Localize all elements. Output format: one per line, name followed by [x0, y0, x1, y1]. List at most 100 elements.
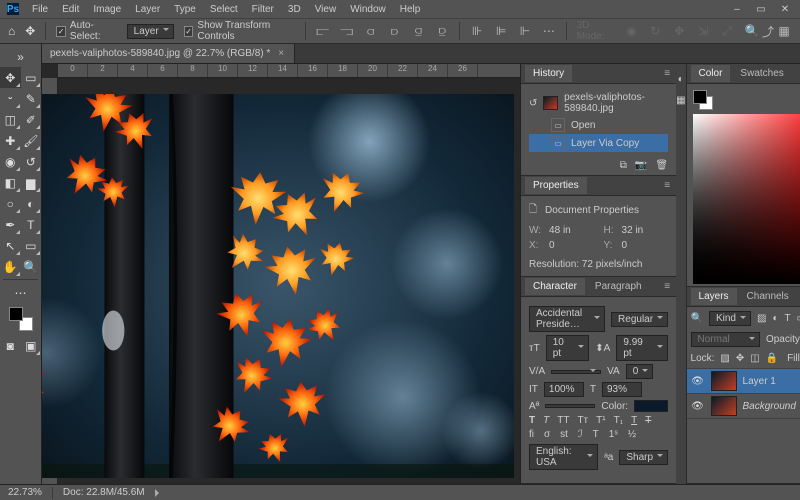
align-left-icon[interactable]: ⫍	[316, 23, 330, 39]
healing-tool[interactable]: ✚	[0, 130, 21, 151]
delete-state-icon[interactable]: 🗑	[655, 160, 668, 171]
lock-position-icon[interactable]: ✥	[736, 353, 744, 364]
underline-icon[interactable]: T	[631, 415, 637, 426]
hand-tool[interactable]: ✋	[0, 256, 21, 277]
leading-input[interactable]: 9.99 pt	[616, 335, 668, 361]
type-tool[interactable]: T	[21, 214, 42, 235]
lock-artboard-icon[interactable]: ◫	[750, 353, 759, 364]
horizontal-ruler[interactable]: 0 2 4 6 8 10 12 14 16 18 20 22 24 26	[58, 64, 520, 78]
menu-help[interactable]: Help	[394, 2, 427, 17]
tab-color[interactable]: Color	[691, 65, 731, 82]
align-vcenter-icon[interactable]: ⫑	[411, 23, 425, 39]
history-brush-tool[interactable]: ↺	[21, 151, 42, 172]
align-right-icon[interactable]: ⫏	[364, 23, 378, 39]
distribute-3-icon[interactable]: ⊩	[518, 23, 532, 39]
font-style-dropdown[interactable]: Regular	[611, 312, 668, 327]
properties-menu-icon[interactable]: ≡	[658, 178, 676, 193]
document-canvas[interactable]	[42, 94, 514, 478]
history-source-row[interactable]: ↺ pexels-valiphotos-589840.jpg	[529, 90, 668, 116]
document-tab[interactable]: pexels-valiphotos-589840.jpg @ 22.7% (RG…	[42, 44, 295, 63]
zoom-tool[interactable]: 🔍	[21, 256, 42, 277]
visibility-icon[interactable]: 👁	[691, 401, 705, 412]
history-menu-icon[interactable]: ≡	[658, 66, 676, 81]
faux-bold-icon[interactable]: T	[529, 415, 535, 426]
path-select-tool[interactable]: ↖	[0, 235, 21, 256]
screen-mode-icon[interactable]: ▣	[21, 335, 42, 356]
align-bottom-icon[interactable]: ⫒	[435, 23, 449, 39]
menu-window[interactable]: Window	[344, 2, 392, 17]
layer-row[interactable]: 👁 Background 🔒	[687, 394, 800, 419]
new-doc-from-state-icon[interactable]: ⧉	[620, 160, 627, 171]
baseline-input[interactable]	[545, 404, 595, 408]
fg-color-swatch[interactable]	[9, 307, 23, 321]
eyedropper-tool[interactable]: ✐	[21, 109, 42, 130]
auto-select-checkbox[interactable]: ✓Auto-Select:	[56, 20, 116, 42]
filter-kind-dropdown[interactable]: Kind	[709, 311, 751, 326]
language-dropdown[interactable]: English: USA	[529, 444, 598, 470]
styles-icon[interactable]: ▦	[676, 95, 685, 106]
character-menu-icon[interactable]: ≡	[658, 279, 676, 294]
filter-shape-icon[interactable]: ▭	[797, 313, 800, 324]
history-step[interactable]: ▭ Open	[529, 116, 668, 134]
stamp-tool[interactable]: ◉	[0, 151, 21, 172]
color-field[interactable]	[693, 114, 800, 284]
hscale-input[interactable]: 93%	[602, 382, 642, 397]
align-top-icon[interactable]: ⫐	[388, 23, 402, 39]
gradient-tool[interactable]: ▆	[21, 172, 42, 193]
tab-history[interactable]: History	[525, 65, 572, 82]
pen-tool[interactable]: ✒	[0, 214, 21, 235]
search-icon[interactable]: 🔍	[744, 23, 760, 39]
filter-adjust-icon[interactable]: ◐	[772, 313, 778, 324]
kerning-input[interactable]	[551, 370, 601, 374]
tab-swatches[interactable]: Swatches	[732, 65, 791, 82]
tracking-input[interactable]: 0	[626, 364, 654, 379]
font-size-input[interactable]: 10 pt	[546, 335, 590, 361]
tab-paragraph[interactable]: Paragraph	[587, 278, 650, 295]
align-hcenter-icon[interactable]: ⫎	[340, 23, 354, 39]
distribute-2-icon[interactable]: ⊫	[494, 23, 508, 39]
menu-file[interactable]: File	[26, 2, 54, 17]
menu-select[interactable]: Select	[204, 2, 244, 17]
color-fgbg-swatch[interactable]	[693, 90, 713, 110]
blur-tool[interactable]: ○	[0, 193, 21, 214]
visibility-icon[interactable]: 👁	[691, 376, 705, 387]
layer-row[interactable]: 👁 Layer 1	[687, 369, 800, 394]
color-picker[interactable]	[693, 114, 800, 284]
menu-view[interactable]: View	[309, 2, 343, 17]
strikethrough-icon[interactable]: T	[645, 415, 651, 426]
tab-layers[interactable]: Layers	[691, 288, 737, 305]
workspace-icon[interactable]: ▦	[776, 23, 792, 39]
allcaps-icon[interactable]: TT	[557, 415, 569, 426]
quick-mask-icon[interactable]: ◙	[0, 335, 21, 356]
menu-3d[interactable]: 3D	[282, 2, 307, 17]
more-icon[interactable]: ⋯	[542, 23, 556, 39]
tab-character[interactable]: Character	[525, 278, 585, 295]
smallcaps-icon[interactable]: Tᴛ	[577, 415, 588, 426]
crop-tool[interactable]: ◫	[0, 109, 21, 130]
move-tool[interactable]: ✥	[0, 67, 21, 88]
zoom-readout[interactable]: 22.73%	[8, 487, 42, 498]
window-minimize[interactable]: –	[730, 4, 744, 15]
shape-tool[interactable]: ▭	[21, 235, 42, 256]
menu-filter[interactable]: Filter	[246, 2, 280, 17]
ot-titling-icon[interactable]: T	[593, 429, 599, 440]
menu-edit[interactable]: Edit	[56, 2, 85, 17]
home-icon[interactable]: ⌂	[8, 24, 15, 38]
share-icon[interactable]: ⤴	[760, 23, 776, 39]
ot-ordinals-icon[interactable]: 1ˢ	[609, 429, 618, 440]
menu-type[interactable]: Type	[168, 2, 202, 17]
distribute-1-icon[interactable]: ⊪	[470, 23, 484, 39]
doc-info[interactable]: Doc: 22.8M/45.6M	[63, 487, 145, 498]
filter-kind-icon[interactable]: 🔍	[691, 313, 703, 324]
ot-sigma-icon[interactable]: σ	[544, 429, 550, 440]
lock-pixels-icon[interactable]: ▨	[720, 353, 729, 364]
lasso-tool[interactable]: ⏑	[0, 88, 21, 109]
menu-image[interactable]: Image	[87, 2, 127, 17]
window-close[interactable]: ✕	[778, 4, 792, 15]
new-snapshot-icon[interactable]: 📷	[635, 160, 647, 171]
vscale-input[interactable]: 100%	[544, 382, 584, 397]
blend-mode-dropdown[interactable]: Normal	[691, 332, 760, 347]
menu-layer[interactable]: Layer	[129, 2, 166, 17]
superscript-icon[interactable]: T¹	[596, 415, 605, 426]
marquee-tool[interactable]: ▭	[21, 67, 42, 88]
